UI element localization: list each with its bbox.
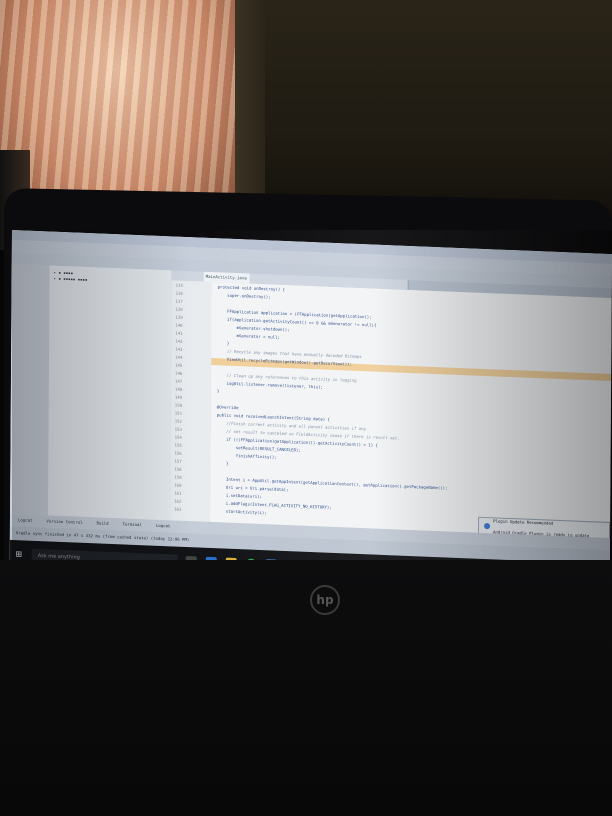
code-line[interactable]: super.onDestroy(); <box>218 292 270 300</box>
code-line[interactable]: } <box>217 388 219 393</box>
line-number: 161 <box>174 490 182 496</box>
side-tool-strip[interactable] <box>10 263 50 516</box>
windows-start-icon[interactable]: ⊞ <box>16 549 26 560</box>
hp-logo: hp <box>310 585 340 615</box>
project-pane[interactable]: ▸ ▪ ▪▪▪▪ ▸ ▪ ▪▪▪▪▪ ▪▪▪▪ <box>48 265 173 521</box>
code-line[interactable]: finishAffinity(); <box>216 452 277 460</box>
line-number: 154 <box>174 434 182 440</box>
line-number: 153 <box>174 426 182 432</box>
code-line[interactable]: LogUtil.listener.remove(listener, this); <box>217 380 323 390</box>
line-number: 144 <box>175 354 183 360</box>
line-number-gutter: 135 136 137 138 139 140 141 142 143 144 145 146 147 1… <box>170 280 213 522</box>
line-number: 155 <box>174 442 182 448</box>
tool-tab[interactable]: Version Control <box>46 518 82 524</box>
laptop-screen: ▸ ▪ ▪▪▪▪ ▸ ▪ ▪▪▪▪▪ ▪▪▪▪ MainActivity.java… <box>9 230 612 595</box>
code-line[interactable]: mGenerator.shutdown(); <box>217 324 290 332</box>
line-number: 151 <box>174 410 183 416</box>
line-number: 149 <box>174 394 183 400</box>
ide-window: ▸ ▪ ▪▪▪▪ ▸ ▪ ▪▪▪▪▪ ▪▪▪▪ MainActivity.java… <box>9 230 612 565</box>
code-line[interactable]: startActivity(i); <box>216 508 267 516</box>
line-number: 157 <box>174 458 182 464</box>
code-line[interactable]: i.setData(uri); <box>216 492 262 499</box>
line-number: 141 <box>175 330 183 336</box>
tool-tab[interactable]: Terminal <box>123 521 142 527</box>
photo-scene: ▸ ▪ ▪▪▪▪ ▸ ▪ ▪▪▪▪▪ ▪▪▪▪ MainActivity.java… <box>0 0 612 816</box>
line-number: 145 <box>175 362 183 368</box>
line-number: 159 <box>174 474 182 480</box>
line-number: 135 <box>175 282 183 288</box>
tool-tab[interactable]: Logcat <box>18 517 32 523</box>
line-number: 142 <box>175 338 183 344</box>
code-line[interactable]: protected void onDestroy() { <box>218 284 285 292</box>
line-number: 147 <box>174 378 183 384</box>
line-number: 136 <box>175 290 183 296</box>
laptop-base <box>0 560 612 816</box>
notification-title: Plugin Update Recommended <box>493 518 554 526</box>
code-line[interactable]: Uri uri = Uri.parse(data); <box>216 484 289 493</box>
line-number: 156 <box>174 450 182 456</box>
code-editor[interactable]: protected void onDestroy() { super.onDes… <box>210 282 612 539</box>
line-number: 152 <box>174 418 182 424</box>
door-frame <box>235 0 265 200</box>
line-number: 137 <box>175 298 183 304</box>
line-number: 138 <box>175 306 183 312</box>
line-number: 162 <box>174 498 182 504</box>
code-line[interactable]: } <box>217 340 229 346</box>
tool-tab[interactable]: Logcat <box>156 523 170 529</box>
line-number: 146 <box>175 370 183 376</box>
code-line[interactable]: @Override <box>217 404 239 410</box>
line-number: 150 <box>174 402 183 408</box>
code-line[interactable]: setResult(RESULT_CANCELED); <box>217 444 301 453</box>
line-number: 140 <box>175 322 183 328</box>
line-number: 148 <box>174 386 183 392</box>
code-line[interactable]: mGenerator = null; <box>217 332 280 340</box>
code-line[interactable]: } <box>216 460 228 466</box>
line-number: 143 <box>175 346 183 352</box>
project-tree[interactable]: ▸ ▪ ▪▪▪▪ ▸ ▪ ▪▪▪▪▪ ▪▪▪▪ <box>54 270 88 283</box>
line-number: 160 <box>174 482 182 488</box>
tool-tab[interactable]: Build <box>97 520 109 525</box>
line-number: 163 <box>174 506 182 512</box>
line-number: 158 <box>174 466 182 472</box>
line-number: 139 <box>175 314 183 320</box>
